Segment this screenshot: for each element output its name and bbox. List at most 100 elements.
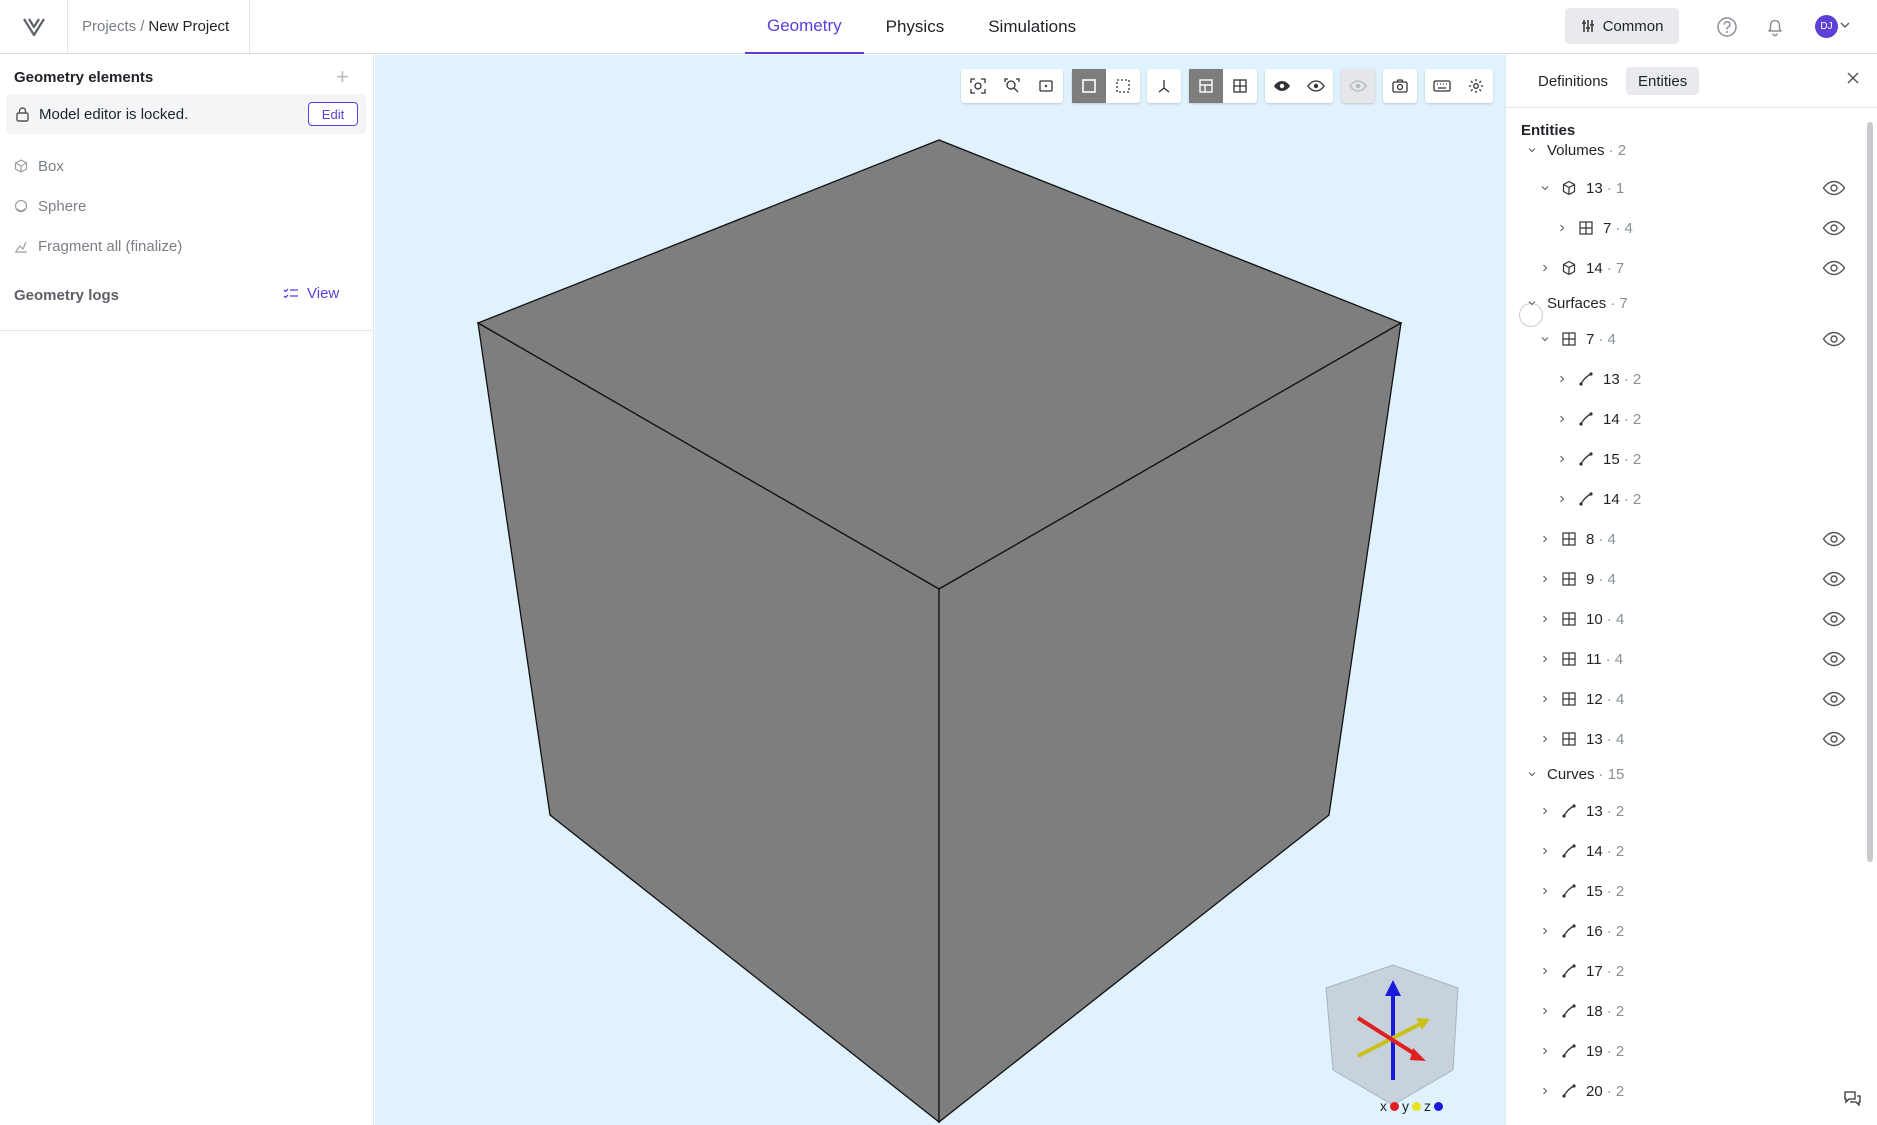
chevron-down-icon[interactable] xyxy=(1538,335,1552,343)
chevron-right-icon[interactable] xyxy=(1538,927,1552,935)
tree-row[interactable]: 14 · 2 xyxy=(1538,839,1624,863)
frame-button[interactable] xyxy=(1029,69,1063,103)
eye-icon[interactable] xyxy=(1822,731,1846,747)
chevron-right-icon[interactable] xyxy=(1555,495,1569,503)
breadcrumb-projects[interactable]: Projects xyxy=(82,18,136,35)
chat-icon[interactable] xyxy=(1843,1090,1861,1106)
chevron-down-icon[interactable] xyxy=(1538,184,1552,192)
chevron-right-icon[interactable] xyxy=(1538,887,1552,895)
tree-row[interactable]: 11 · 4 xyxy=(1538,647,1623,671)
keyboard-button[interactable] xyxy=(1425,69,1459,103)
chevron-right-icon[interactable] xyxy=(1538,695,1552,703)
tree-row[interactable]: 7 · 4 xyxy=(1555,216,1633,240)
chevron-right-icon[interactable] xyxy=(1555,224,1569,232)
chevron-right-icon[interactable] xyxy=(1538,655,1552,663)
tree-row[interactable]: 12 · 4 xyxy=(1538,687,1624,711)
app-logo[interactable] xyxy=(0,0,68,53)
screenshot-button[interactable] xyxy=(1383,69,1417,103)
scrollbar-thumb[interactable] xyxy=(1867,122,1873,862)
tree-row[interactable]: 18 · 2 xyxy=(1538,999,1624,1023)
box-select-button[interactable] xyxy=(1106,69,1140,103)
orientation-cube[interactable] xyxy=(1318,960,1468,1110)
tree-row[interactable]: 14 · 2 xyxy=(1555,487,1641,511)
3d-viewport[interactable]: x y z xyxy=(375,55,1505,1125)
tab-entities[interactable]: Entities xyxy=(1626,67,1700,95)
tree-row[interactable]: 16 · 2 xyxy=(1538,919,1624,943)
tree-row-count-value: 2 xyxy=(1617,141,1627,159)
show-button[interactable] xyxy=(1299,69,1333,103)
select-button[interactable] xyxy=(1072,69,1106,103)
tree-row[interactable]: 8 · 4 xyxy=(1538,527,1616,551)
chevron-right-icon[interactable] xyxy=(1538,264,1552,272)
eye-icon[interactable] xyxy=(1822,180,1846,196)
chevron-right-icon[interactable] xyxy=(1538,535,1552,543)
chevron-down-icon[interactable] xyxy=(1525,299,1539,307)
tab-definitions[interactable]: Definitions xyxy=(1526,67,1620,95)
mesh-view-button[interactable] xyxy=(1223,69,1257,103)
close-icon[interactable] xyxy=(1846,71,1860,85)
breadcrumb-current: New Project xyxy=(148,18,230,35)
tree-row[interactable]: 15 · 2 xyxy=(1555,447,1641,471)
tab-simulations[interactable]: Simulations xyxy=(966,0,1098,54)
chevron-right-icon[interactable] xyxy=(1555,455,1569,463)
isolate-button[interactable] xyxy=(1341,69,1375,103)
eye-icon[interactable] xyxy=(1822,220,1846,236)
tab-geometry[interactable]: Geometry xyxy=(745,0,864,54)
tree-row[interactable]: Volumes · 2 xyxy=(1525,138,1626,162)
zoom-to-fit-button[interactable] xyxy=(961,69,995,103)
chevron-right-icon[interactable] xyxy=(1538,807,1552,815)
add-element-button[interactable]: + xyxy=(336,66,349,88)
edit-button[interactable]: Edit xyxy=(308,102,358,126)
settings-button[interactable] xyxy=(1459,69,1493,103)
tree-row[interactable]: Curves · 15 xyxy=(1525,762,1624,786)
eye-icon[interactable] xyxy=(1822,331,1846,347)
eye-icon[interactable] xyxy=(1822,611,1846,627)
avatar[interactable]: DJ xyxy=(1815,15,1838,38)
chevron-right-icon[interactable] xyxy=(1555,375,1569,383)
eye-icon[interactable] xyxy=(1822,691,1846,707)
geometry-item-box[interactable]: Box xyxy=(14,154,64,178)
axes-button[interactable] xyxy=(1147,69,1181,103)
eye-icon[interactable] xyxy=(1822,571,1846,587)
tree-row-label: 13 xyxy=(1586,802,1603,820)
eye-icon[interactable] xyxy=(1822,260,1846,276)
tree-row[interactable]: 13 · 2 xyxy=(1555,367,1641,391)
chevron-right-icon[interactable] xyxy=(1538,1087,1552,1095)
chevron-right-icon[interactable] xyxy=(1538,1047,1552,1055)
chevron-right-icon[interactable] xyxy=(1538,735,1552,743)
chevron-right-icon[interactable] xyxy=(1538,575,1552,583)
chevron-right-icon[interactable] xyxy=(1538,615,1552,623)
tree-row[interactable]: 10 · 4 xyxy=(1538,607,1624,631)
tree-row[interactable]: 13 · 4 xyxy=(1538,727,1624,751)
chevron-right-icon[interactable] xyxy=(1538,847,1552,855)
tab-physics[interactable]: Physics xyxy=(864,0,967,54)
chevron-down-icon[interactable] xyxy=(1525,770,1539,778)
eye-icon[interactable] xyxy=(1822,651,1846,667)
chevron-right-icon[interactable] xyxy=(1538,967,1552,975)
tree-row[interactable]: 14 · 7 xyxy=(1538,256,1624,280)
tree-row[interactable]: 13 · 2 xyxy=(1538,799,1624,823)
chevron-down-icon[interactable] xyxy=(1525,146,1539,154)
tree-row[interactable]: 14 · 2 xyxy=(1555,407,1641,431)
geometry-item-sphere[interactable]: Sphere xyxy=(14,194,86,218)
chevron-down-icon[interactable] xyxy=(1840,20,1850,30)
view-logs-button[interactable]: View xyxy=(283,285,339,302)
chevron-right-icon[interactable] xyxy=(1538,1007,1552,1015)
hide-button[interactable] xyxy=(1265,69,1299,103)
zoom-button[interactable] xyxy=(995,69,1029,103)
tree-row[interactable]: 9 · 4 xyxy=(1538,567,1616,591)
tree-row[interactable]: Surfaces · 7 xyxy=(1525,291,1628,315)
eye-icon[interactable] xyxy=(1822,531,1846,547)
surface-view-button[interactable] xyxy=(1189,69,1223,103)
notifications-button[interactable] xyxy=(1762,14,1788,40)
workspace-button[interactable]: Common xyxy=(1565,8,1679,44)
tree-row[interactable]: 19 · 2 xyxy=(1538,1039,1624,1063)
help-button[interactable] xyxy=(1714,14,1740,40)
geometry-item-fragment[interactable]: Fragment all (finalize) xyxy=(14,234,182,258)
tree-row[interactable]: 15 · 2 xyxy=(1538,879,1624,903)
chevron-right-icon[interactable] xyxy=(1555,415,1569,423)
tree-row[interactable]: 20 · 2 xyxy=(1538,1079,1624,1103)
tree-row[interactable]: 7 · 4 xyxy=(1538,327,1616,351)
tree-row[interactable]: 17 · 2 xyxy=(1538,959,1624,983)
tree-row[interactable]: 13 · 1 xyxy=(1538,176,1624,200)
